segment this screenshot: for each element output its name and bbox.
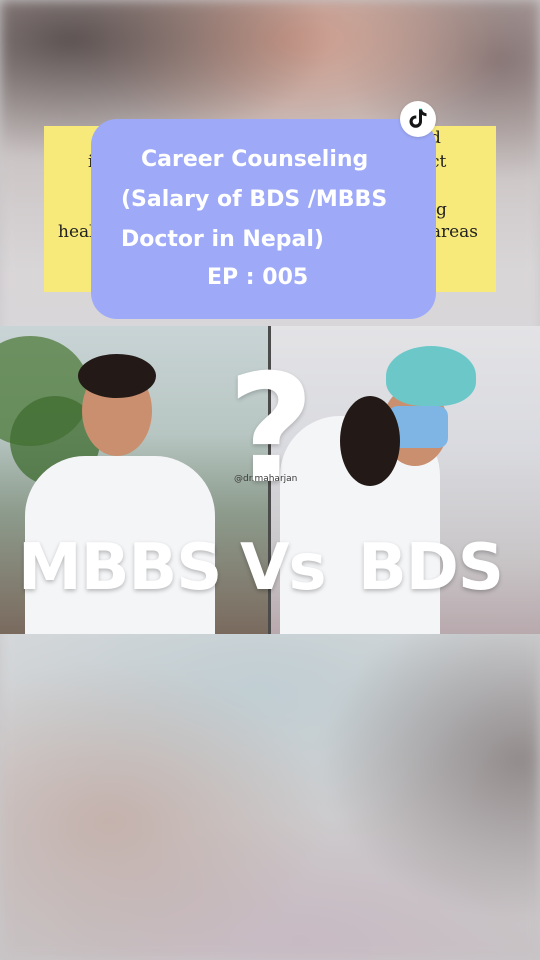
tiktok-logo-icon <box>409 108 427 128</box>
mbbs-label: MBBS <box>18 531 222 605</box>
bds-label: BDS <box>358 531 504 605</box>
creator-watermark: @dr.maharjan <box>234 474 298 484</box>
title-line-3: Doctor in Nepal) <box>121 227 324 252</box>
title-line-2: (Salary of BDS /MBBS <box>121 187 388 212</box>
title-line-1: Career Counseling <box>141 147 369 172</box>
vs-label: Vs <box>240 531 327 605</box>
tiktok-logo-badge[interactable] <box>400 101 436 137</box>
title-card: Career Counseling (Salary of BDS /MBBS D… <box>91 119 436 319</box>
episode-label: EP : 005 <box>207 265 309 290</box>
question-mark: ? <box>227 343 315 517</box>
panel-text-fragment: g <box>436 200 447 220</box>
panel-text-fragment: heal <box>58 222 95 242</box>
